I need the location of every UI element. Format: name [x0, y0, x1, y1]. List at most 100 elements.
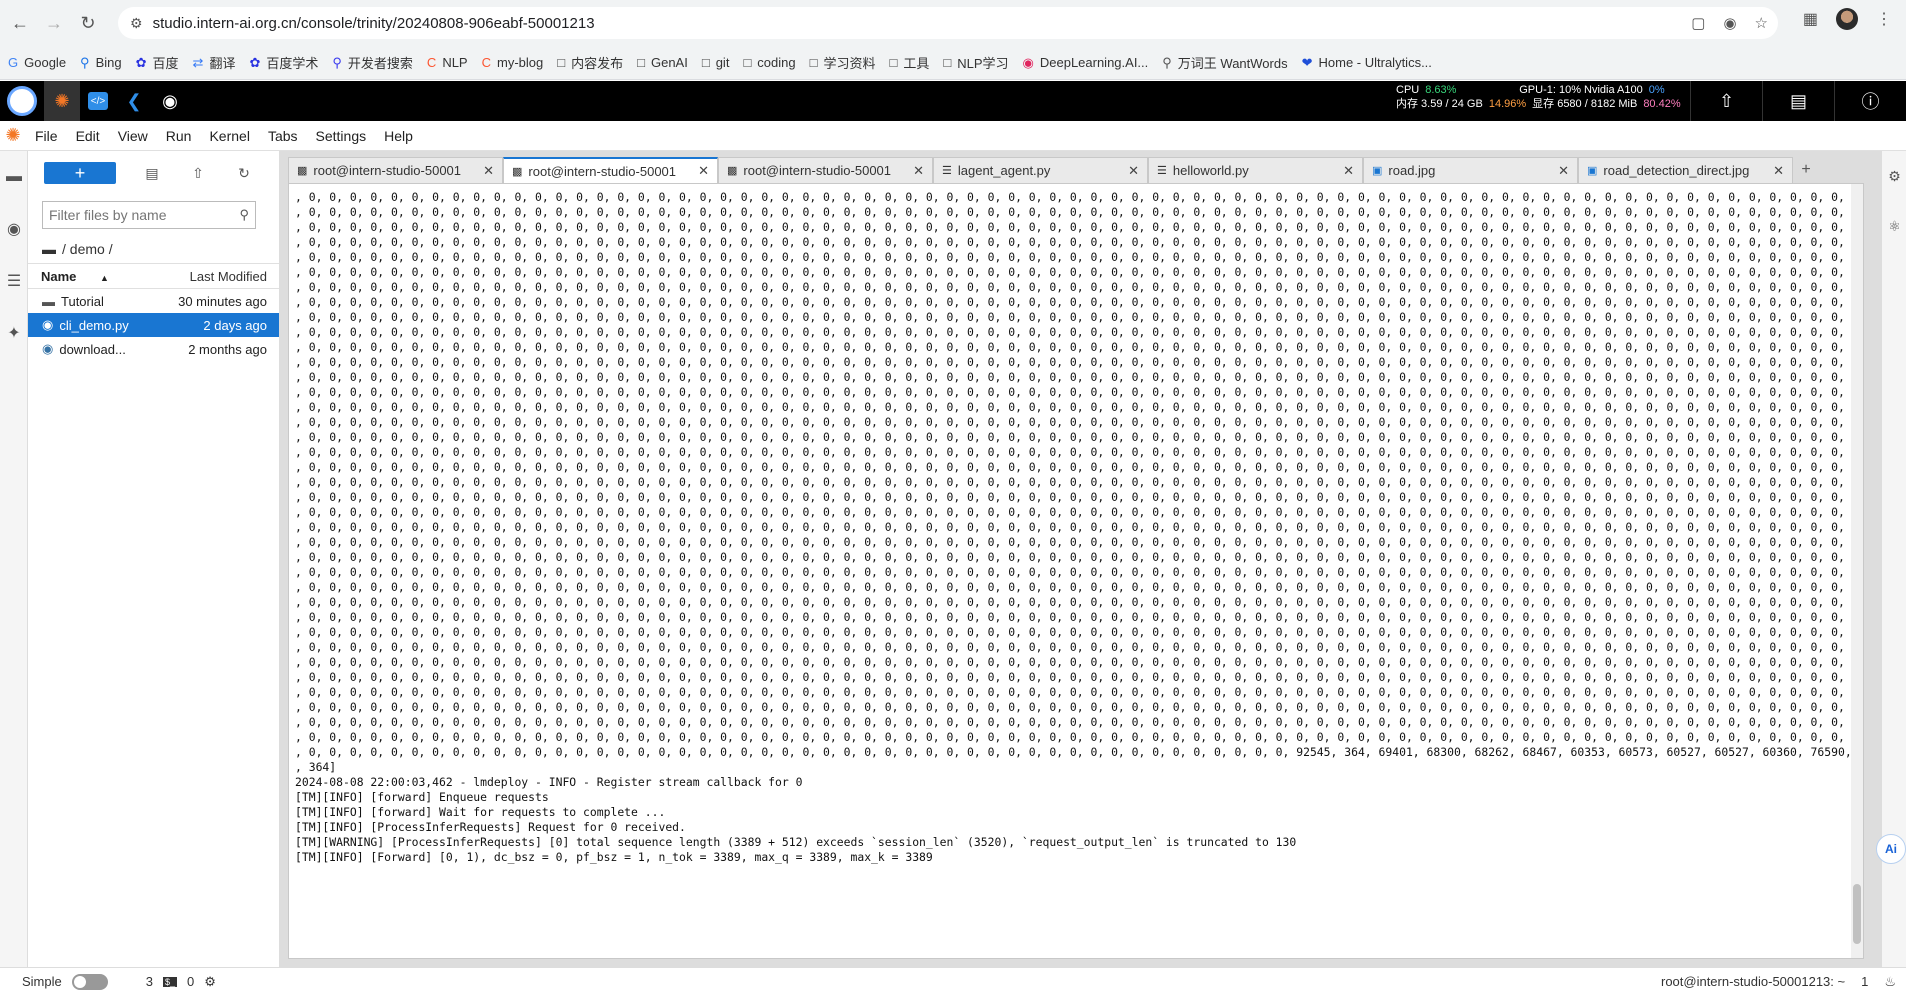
forward-arrow-icon[interactable]: → — [40, 9, 68, 37]
breadcrumb-path[interactable]: / demo / — [62, 241, 113, 257]
back-arrow-icon[interactable]: ← — [6, 9, 34, 37]
vscode-icon[interactable]: ❮ — [116, 81, 152, 121]
property-inspector-gear-icon[interactable]: ⚙ — [1882, 151, 1906, 201]
name-column-header[interactable]: Name ▲ — [41, 269, 190, 284]
copy-page-icon[interactable]: ▢ — [1691, 14, 1705, 32]
close-icon[interactable]: ✕ — [1128, 163, 1139, 179]
tab-2[interactable]: ▩ root@intern-studio-50001 ✕ — [718, 157, 933, 183]
bookmark-item[interactable]: ✿ 百度学术 — [249, 53, 318, 72]
close-icon[interactable]: ✕ — [1343, 163, 1354, 179]
info-icon[interactable]: ⓘ — [1834, 81, 1906, 121]
new-tab-plus-icon[interactable]: + — [1793, 157, 1819, 183]
bookmark-item[interactable]: □ 学习资料 — [810, 53, 876, 72]
search-icon: ⚲ — [80, 54, 90, 70]
bookmark-item[interactable]: □ NLP学习 — [943, 53, 1008, 72]
terminal-panel[interactable]: , 0, 0, 0, 0, 0, 0, 0, 0, 0, 0, 0, 0, 0,… — [288, 183, 1864, 959]
filter-files-input[interactable] — [49, 207, 240, 223]
file-row[interactable]: ◉ download... 2 months ago — [28, 337, 279, 361]
bookmark-item[interactable]: ❤ Home - Ultralytics... — [1302, 55, 1432, 71]
folder-icon: □ — [637, 55, 645, 70]
bookmark-item[interactable]: ✿ 百度 — [136, 53, 179, 72]
bookmark-label: 翻译 — [209, 56, 236, 71]
tab-4[interactable]: ☰ helloworld.py ✕ — [1148, 157, 1363, 183]
star-bookmark-icon[interactable]: ☆ — [1755, 14, 1768, 32]
address-bar[interactable]: ⚙ studio.intern-ai.org.cn/console/trinit… — [118, 7, 1778, 39]
menu-kernel[interactable]: Kernel — [200, 128, 258, 144]
modified-column-header[interactable]: Last Modified — [190, 269, 267, 284]
new-launcher-button[interactable]: + — [44, 162, 116, 184]
kernel-gear-icon: ⚙ — [204, 973, 216, 989]
tab-1[interactable]: ▩ root@intern-studio-50001 ✕ — [503, 157, 718, 183]
close-icon[interactable]: ✕ — [1773, 163, 1784, 179]
bookmark-item[interactable]: C NLP — [427, 55, 468, 70]
close-icon[interactable]: ✕ — [483, 163, 494, 179]
sort-caret-icon: ▲ — [100, 272, 109, 283]
bookmark-item[interactable]: □ GenAI — [637, 55, 688, 70]
kernels-count[interactable]: 0 — [187, 974, 194, 989]
running-stop-icon[interactable]: ◉ — [0, 203, 28, 255]
bookmark-item[interactable]: ⚲ 开发者搜索 — [332, 53, 413, 72]
profile-avatar[interactable] — [1836, 8, 1858, 30]
menu-file[interactable]: File — [26, 128, 67, 144]
notification-bell-icon[interactable]: ♨ — [1884, 974, 1896, 990]
bookmark-item[interactable]: □ 工具 — [889, 53, 929, 72]
terminal-output[interactable]: , 0, 0, 0, 0, 0, 0, 0, 0, 0, 0, 0, 0, 0,… — [295, 190, 1851, 952]
folder-icon[interactable]: ▬ — [42, 241, 56, 257]
bookmark-item[interactable]: □ 内容发布 — [557, 53, 623, 72]
menu-settings[interactable]: Settings — [307, 128, 376, 144]
bookmark-item[interactable]: ⚲ Bing — [80, 55, 122, 71]
tab-3[interactable]: ☰ lagent_agent.py ✕ — [933, 157, 1148, 183]
folder-icon[interactable]: ▬ — [0, 151, 28, 203]
compass-icon[interactable]: ◉ — [152, 81, 188, 121]
ai-assistant-icon[interactable]: Ai — [1876, 834, 1906, 864]
scrollbar-thumb[interactable] — [1853, 884, 1861, 944]
menu-edit[interactable]: Edit — [67, 128, 109, 144]
simple-mode-toggle[interactable] — [71, 973, 108, 990]
menu-tabs[interactable]: Tabs — [259, 128, 307, 144]
close-icon[interactable]: ✕ — [1558, 163, 1569, 179]
bookmark-item[interactable]: □ coding — [743, 55, 795, 70]
terminal-scrollbar[interactable] — [1851, 184, 1863, 958]
extensions-icon[interactable]: ▦ — [1803, 9, 1818, 29]
folder-icon: ▬ — [42, 293, 55, 309]
bookmark-item[interactable]: ⇄ 翻译 — [193, 53, 236, 72]
site-info-icon[interactable]: ⚙ — [130, 15, 143, 32]
menu-help[interactable]: Help — [375, 128, 422, 144]
bookmark-item[interactable]: Cmy-blog — [482, 55, 544, 70]
bookmark-label: Google — [24, 55, 67, 70]
upload-icon[interactable]: ⇧ — [188, 165, 208, 182]
bookmark-item[interactable]: □ git — [702, 55, 730, 70]
new-folder-icon[interactable]: ▤ — [142, 165, 162, 182]
terminal-line: , 364] — [295, 760, 337, 774]
terminals-count[interactable]: 3 — [146, 974, 153, 989]
close-icon[interactable]: ✕ — [698, 163, 709, 179]
gallery-icon[interactable]: ▤ — [1762, 81, 1834, 121]
bookmark-item[interactable]: ⚲ 万词王 WantWords — [1162, 53, 1287, 72]
close-icon[interactable]: ✕ — [913, 163, 924, 179]
url-text[interactable]: studio.intern-ai.org.cn/console/trinity/… — [153, 15, 595, 32]
intern-logo[interactable] — [0, 81, 44, 121]
tab-0[interactable]: ▩ root@intern-studio-50001 ✕ — [288, 157, 503, 183]
bookmark-item[interactable]: ◉ DeepLearning.AI... — [1023, 55, 1149, 71]
refresh-icon[interactable]: ↻ — [234, 165, 254, 182]
jupyter-icon[interactable]: ✺ — [44, 81, 80, 121]
code-editor-icon[interactable]: </> — [80, 81, 116, 121]
reload-icon[interactable]: ↻ — [74, 9, 102, 37]
extension-puzzle-icon[interactable]: ✦ — [0, 307, 28, 359]
debugger-bug-icon[interactable]: ⚛ — [1882, 201, 1906, 251]
main-dock: ▩ root@intern-studio-50001 ✕ ▩ root@intern-s… — [280, 151, 1881, 967]
menu-run[interactable]: Run — [157, 128, 201, 144]
terminal-line: , 0, 0, 0, 0, 0, 0, 0, 0, 0, 0, 0, 0, 0,… — [295, 310, 1845, 324]
file-row[interactable]: ◉ cli_demo.py 2 days ago — [28, 313, 279, 337]
tab-5[interactable]: ▣ road.jpg ✕ — [1363, 157, 1578, 183]
upload-arrow-icon[interactable]: ⇧ — [1690, 81, 1762, 121]
table-of-contents-icon[interactable]: ☰ — [0, 255, 28, 307]
more-menu-icon[interactable]: ⋮ — [1876, 9, 1892, 29]
eye-icon[interactable]: ◉ — [1723, 14, 1736, 32]
bookmark-item[interactable]: G Google — [8, 55, 66, 70]
tab-6[interactable]: ▣ road_detection_direct.jpg ✕ — [1578, 157, 1793, 183]
bookmark-label: 百度 — [152, 56, 179, 71]
folder-icon: □ — [557, 55, 566, 70]
menu-view[interactable]: View — [109, 128, 157, 144]
file-row[interactable]: ▬ Tutorial 30 minutes ago — [28, 289, 279, 313]
